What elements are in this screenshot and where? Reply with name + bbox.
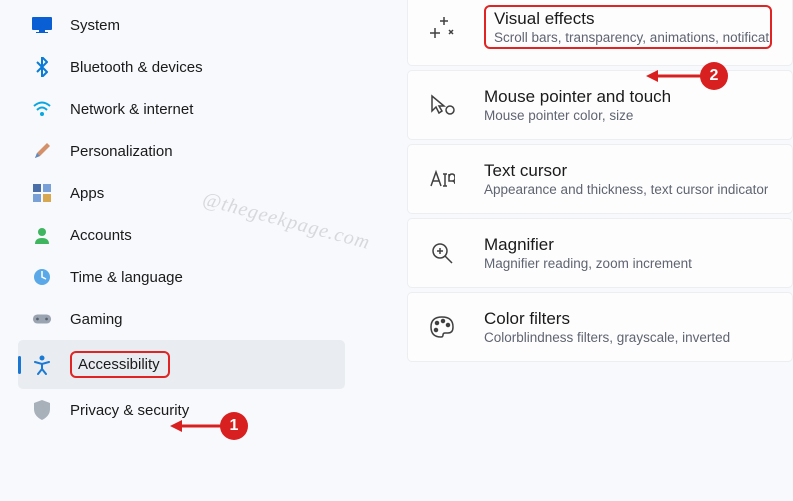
annotation-highlight-1: Accessibility bbox=[70, 351, 170, 378]
clock-globe-icon bbox=[32, 267, 52, 287]
cursor-icon bbox=[428, 91, 456, 119]
system-icon bbox=[32, 15, 52, 35]
card-title: Visual effects bbox=[494, 9, 762, 29]
sidebar-item-accessibility[interactable]: Accessibility bbox=[18, 340, 345, 389]
card-title: Color filters bbox=[484, 309, 730, 329]
sidebar-item-personalization[interactable]: Personalization bbox=[18, 130, 345, 172]
bluetooth-icon bbox=[32, 57, 52, 77]
settings-card-visual-effects[interactable]: Visual effects Scroll bars, transparency… bbox=[407, 0, 793, 66]
sidebar-item-label: Accounts bbox=[70, 227, 132, 244]
card-desc: Appearance and thickness, text cursor in… bbox=[484, 182, 768, 197]
settings-card-mouse-pointer[interactable]: Mouse pointer and touch Mouse pointer co… bbox=[407, 70, 793, 140]
annotation-badge-1: 1 bbox=[220, 412, 248, 440]
card-desc: Scroll bars, transparency, animations, n… bbox=[494, 30, 762, 45]
sidebar-item-label: Personalization bbox=[70, 143, 173, 160]
sidebar-item-label: Accessibility bbox=[78, 356, 160, 373]
person-icon bbox=[32, 225, 52, 245]
sidebar-item-label: Time & language bbox=[70, 269, 183, 286]
magnifier-icon bbox=[428, 239, 456, 267]
settings-card-magnifier[interactable]: Magnifier Magnifier reading, zoom increm… bbox=[407, 218, 793, 288]
card-title: Magnifier bbox=[484, 235, 692, 255]
annotation-highlight-2: Visual effects Scroll bars, transparency… bbox=[484, 5, 772, 49]
card-title: Text cursor bbox=[484, 161, 768, 181]
brush-icon bbox=[32, 141, 52, 161]
shield-icon bbox=[32, 400, 52, 420]
card-desc: Colorblindness filters, grayscale, inver… bbox=[484, 330, 730, 345]
sidebar-item-bluetooth[interactable]: Bluetooth & devices bbox=[18, 46, 345, 88]
annotation-badge-2: 2 bbox=[700, 62, 728, 90]
sidebar-item-system[interactable]: System bbox=[18, 4, 345, 46]
sidebar-item-accounts[interactable]: Accounts bbox=[18, 214, 345, 256]
palette-icon bbox=[428, 313, 456, 341]
sidebar-item-label: Gaming bbox=[70, 311, 123, 328]
sidebar-item-label: Bluetooth & devices bbox=[70, 59, 203, 76]
sidebar-item-time[interactable]: Time & language bbox=[18, 256, 345, 298]
sidebar-item-apps[interactable]: Apps bbox=[18, 172, 345, 214]
sparkle-icon bbox=[428, 13, 456, 41]
settings-card-text-cursor[interactable]: Text cursor Appearance and thickness, te… bbox=[407, 144, 793, 214]
card-desc: Mouse pointer color, size bbox=[484, 108, 671, 123]
sidebar-item-gaming[interactable]: Gaming bbox=[18, 298, 345, 340]
sidebar-item-label: System bbox=[70, 17, 120, 34]
text-cursor-icon bbox=[428, 165, 456, 193]
wifi-icon bbox=[32, 99, 52, 119]
sidebar-item-label: Network & internet bbox=[70, 101, 193, 118]
annotation-arrow-1 bbox=[170, 418, 224, 434]
sidebar-item-label: Apps bbox=[70, 185, 104, 202]
apps-icon bbox=[32, 183, 52, 203]
annotation-arrow-2 bbox=[646, 68, 704, 84]
accessibility-icon bbox=[32, 355, 52, 375]
settings-card-color-filters[interactable]: Color filters Colorblindness filters, gr… bbox=[407, 292, 793, 362]
gamepad-icon bbox=[32, 309, 52, 329]
card-title: Mouse pointer and touch bbox=[484, 87, 671, 107]
sidebar-item-network[interactable]: Network & internet bbox=[18, 88, 345, 130]
card-desc: Magnifier reading, zoom increment bbox=[484, 256, 692, 271]
sidebar-item-label: Privacy & security bbox=[70, 402, 189, 419]
